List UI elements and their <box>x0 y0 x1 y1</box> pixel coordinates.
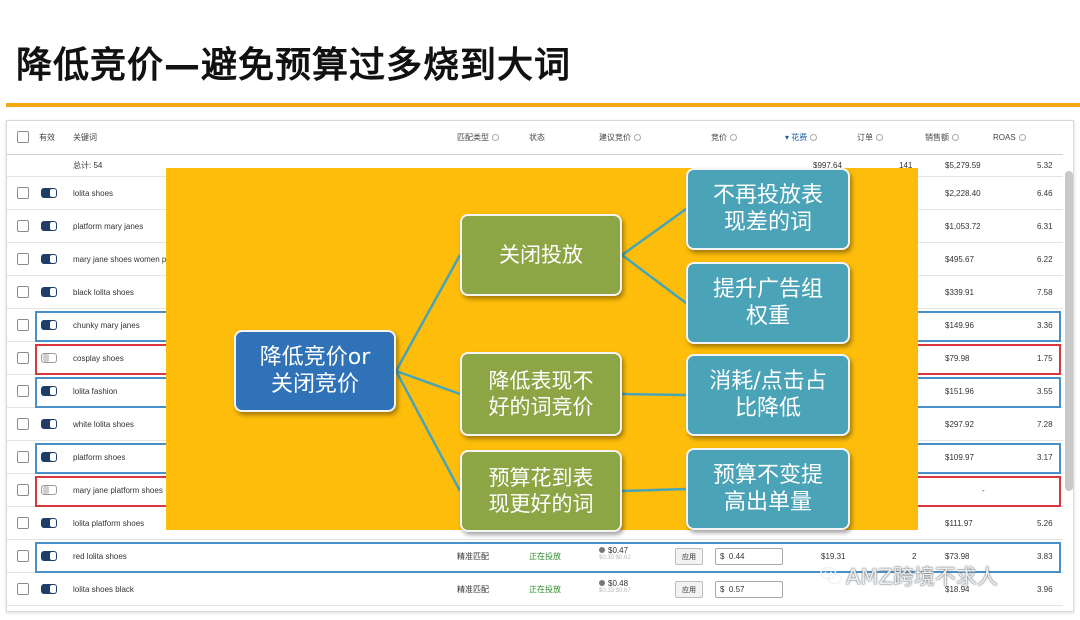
row-checkbox[interactable] <box>17 253 29 265</box>
row-checkbox[interactable] <box>17 187 29 199</box>
watermark: AMZ跨境不求人 <box>820 561 998 591</box>
header-spend[interactable]: ▾ 花费 <box>785 121 818 154</box>
mindmap-leaf-stop-poor: 不再投放表 现差的词 <box>686 168 850 250</box>
row-toggle[interactable] <box>41 518 57 528</box>
row-keyword: lolita shoes <box>73 188 114 198</box>
mindmap-connector <box>621 254 687 304</box>
mindmap-leaf-adgroup-weight: 提升广告组 权重 <box>686 262 850 344</box>
header-roas[interactable]: ROAS <box>993 121 1026 154</box>
mindmap-root: 降低竞价or 关闭竞价 <box>234 330 396 412</box>
row-checkbox[interactable] <box>17 583 29 595</box>
help-icon <box>810 134 818 141</box>
mindmap-overlay: 降低竞价or 关闭竞价 关闭投放 降低表现不 好的词竞价 预算花到表 现更好的词 不再… <box>166 168 918 532</box>
row-sales: $339.91 <box>945 287 974 297</box>
row-keyword: black lolita shoes <box>73 287 134 297</box>
table-header: 有效 关键词 匹配类型 状态 建议竞价 竞价 ▾ 花费 订单 销售额 ROAS <box>7 121 1063 155</box>
bid-input[interactable]: $ 0.57 <box>715 581 783 598</box>
row-checkbox[interactable] <box>17 319 29 331</box>
help-icon <box>634 134 641 141</box>
row-checkbox[interactable] <box>17 550 29 562</box>
row-sales: $297.92 <box>945 419 974 429</box>
row-toggle[interactable] <box>41 584 57 594</box>
help-icon <box>952 134 959 141</box>
scrollbar[interactable] <box>1065 171 1073 491</box>
row-sales: $111.97 <box>945 518 973 528</box>
info-icon <box>599 580 605 586</box>
header-status[interactable]: 状态 <box>529 121 545 154</box>
row-checkbox[interactable] <box>17 484 29 496</box>
mindmap-branch-close: 关闭投放 <box>460 214 622 296</box>
row-keyword: lolita platform shoes <box>73 518 145 528</box>
help-icon <box>1018 134 1026 141</box>
row-sales: $1,053.72 <box>945 221 981 231</box>
mindmap-connector <box>394 254 462 372</box>
header-orders[interactable]: 订单 <box>857 121 883 154</box>
slide: 降低竞价—避免预算过多烧到大词 有效 关键词 匹配类型 状态 建议竞价 竞价 ▾… <box>0 0 1080 620</box>
row-roas: 6.46 <box>1037 188 1053 198</box>
mindmap-branch-lower-bid: 降低表现不 好的词竞价 <box>460 352 622 436</box>
row-checkbox[interactable] <box>17 352 29 364</box>
row-checkbox[interactable] <box>17 517 29 529</box>
row-checkbox[interactable] <box>17 418 29 430</box>
row-roas: 5.26 <box>1037 518 1053 528</box>
row-checkbox[interactable] <box>17 286 29 298</box>
mindmap-leaf-more-orders: 预算不变提 高出单量 <box>686 448 850 530</box>
row-roas: 6.22 <box>1037 254 1053 264</box>
row-toggle[interactable] <box>41 254 57 264</box>
help-icon <box>876 134 883 141</box>
row-toggle[interactable] <box>41 221 57 231</box>
header-sales[interactable]: 销售额 <box>925 121 959 154</box>
header-active[interactable]: 有效 <box>39 121 55 154</box>
row-checkbox[interactable] <box>17 220 29 232</box>
row-roas: 6.31 <box>1037 221 1053 231</box>
header-match-type[interactable]: 匹配类型 <box>457 121 499 154</box>
row-keyword: platform mary janes <box>73 221 144 231</box>
header-suggested-bid[interactable]: 建议竞价 <box>599 121 641 154</box>
totals-roas: 5.32 <box>1037 161 1053 170</box>
row-roas: 7.28 <box>1037 419 1053 429</box>
mindmap-leaf-spend-share: 消耗/点击占 比降低 <box>686 354 850 436</box>
row-keyword: mary jane shoes women p <box>73 254 167 264</box>
totals-label: 总计: 54 <box>73 161 103 170</box>
apply-bid-button[interactable]: 应用 <box>675 581 703 598</box>
mindmap-connector <box>621 207 687 257</box>
totals-sales: $5,279.59 <box>945 161 981 170</box>
mindmap-connector <box>621 392 687 397</box>
watermark-text: AMZ跨境不求人 <box>846 565 998 589</box>
header-keyword[interactable]: 关键词 <box>73 121 97 154</box>
row-status[interactable]: 正在投放 <box>529 573 561 605</box>
select-all-checkbox[interactable] <box>17 131 29 143</box>
row-sales: $495.67 <box>945 254 974 264</box>
title-divider <box>6 103 1080 107</box>
row-keyword: lolita shoes black <box>73 584 134 594</box>
row-keyword: white lolita shoes <box>73 419 134 429</box>
mindmap-connector <box>621 487 687 493</box>
help-icon <box>730 134 737 141</box>
row-roas: 3.96 <box>1037 584 1053 594</box>
mindmap-connector <box>394 370 462 492</box>
row-sales: $2,228.40 <box>945 188 981 198</box>
row-checkbox[interactable] <box>17 385 29 397</box>
slide-title: 降低竞价—避免预算过多烧到大词 <box>16 45 572 86</box>
row-roas: 7.58 <box>1037 287 1053 297</box>
row-suggested-bid: $0.48 $0.33 $0.67 <box>599 579 631 594</box>
help-icon <box>492 134 499 141</box>
row-toggle[interactable] <box>41 419 57 429</box>
wechat-icon <box>820 566 842 585</box>
row-match-type: 精准匹配 <box>457 584 489 594</box>
row-toggle[interactable] <box>41 188 57 198</box>
row-toggle[interactable] <box>41 287 57 297</box>
header-bid[interactable]: 竞价 <box>711 121 737 154</box>
mindmap-branch-budget: 预算花到表 现更好的词 <box>460 450 622 532</box>
row-checkbox[interactable] <box>17 451 29 463</box>
row-suggested-range: $0.33 $0.67 <box>599 588 631 594</box>
